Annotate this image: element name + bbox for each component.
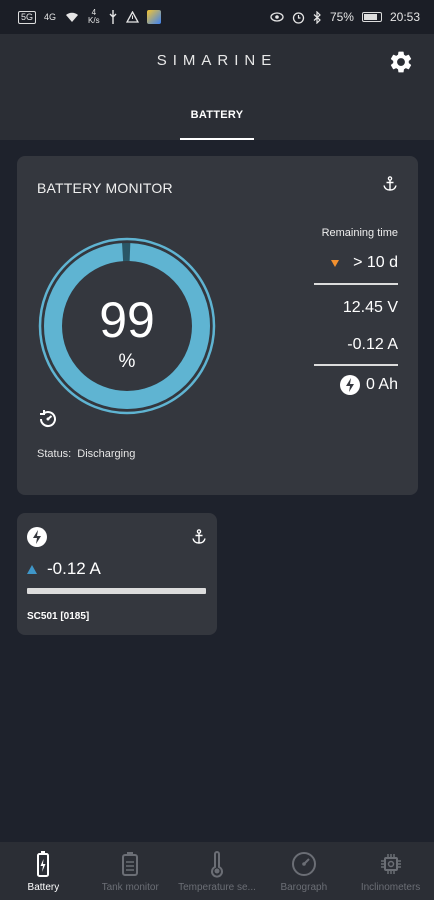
status-value: Discharging <box>77 448 136 460</box>
status-label: Status: <box>37 448 72 460</box>
tab-battery[interactable]: BATTERY <box>180 106 254 140</box>
bluetooth-icon <box>313 10 321 24</box>
nav-battery[interactable]: Battery <box>0 842 87 900</box>
eye-icon <box>270 12 284 22</box>
tank-icon <box>122 852 139 876</box>
soc-unit: % <box>118 351 136 372</box>
consumed-charge: 0 Ah <box>339 375 398 395</box>
nav-temperature-label: Temperature se... <box>178 882 256 893</box>
alarm-icon <box>292 11 305 24</box>
chip-icon <box>380 854 401 874</box>
nav-inclinometers-label: Inclinometers <box>360 882 421 893</box>
settings-gear-icon[interactable] <box>388 49 414 75</box>
anchor-icon[interactable] <box>382 176 398 192</box>
reset-gauge-icon[interactable] <box>37 408 59 430</box>
remaining-time-value: > 10 d <box>353 254 398 271</box>
battery-percent: 75% <box>329 10 354 24</box>
battery-monitor-card[interactable]: BATTERY MONITOR 99 % Status: Discharging … <box>17 156 418 495</box>
device-current: -0.12 A <box>27 559 101 579</box>
app-header: SIMARINE BATTERY <box>0 34 434 140</box>
current-value: -0.12 A <box>347 336 398 353</box>
battery-status-icon <box>361 12 382 22</box>
usb-icon <box>109 10 117 24</box>
app-notification-icon <box>146 10 161 24</box>
network-speed: 4 K/s <box>88 9 100 25</box>
anchor-icon[interactable] <box>191 529 207 545</box>
nav-barograph[interactable]: Barograph <box>260 842 347 900</box>
device-current-bar <box>27 588 206 594</box>
bolt-icon <box>27 527 47 547</box>
voltage-value: 12.45 V <box>342 299 398 316</box>
clock: 20:53 <box>389 10 420 24</box>
remaining-time: > 10 d <box>331 254 398 272</box>
bottom-navigation: Battery Tank monitor Temperature se... B… <box>0 842 434 900</box>
wifi-icon <box>66 12 79 22</box>
status-line: Status: Discharging <box>37 448 141 460</box>
status-bar: 5G 4G 4 K/s 75% 20:53 <box>0 0 434 34</box>
device-name: SC501 [0185] <box>27 611 90 622</box>
gauge-icon <box>291 852 316 876</box>
divider-bottom <box>314 364 398 366</box>
card-title: BATTERY MONITOR <box>37 180 173 196</box>
remaining-time-label: Remaining time <box>321 227 398 239</box>
nav-inclinometers[interactable]: Inclinometers <box>347 842 434 900</box>
tab-active-indicator <box>180 138 254 140</box>
battery-icon <box>37 851 50 877</box>
consumed-charge-value: 0 Ah <box>365 376 398 393</box>
bolt-icon <box>339 375 360 395</box>
discharge-arrow-icon <box>331 259 340 267</box>
status-bar-right: 75% 20:53 <box>270 10 420 24</box>
device-current-value: -0.12 A <box>47 559 101 578</box>
warning-icon <box>125 11 139 23</box>
status-bar-left: 5G 4G 4 K/s <box>18 9 161 25</box>
device-card-sc501[interactable]: -0.12 A SC501 [0185] <box>17 513 217 635</box>
nav-temperature-sensors[interactable]: Temperature se... <box>174 842 261 900</box>
nav-tank-monitor[interactable]: Tank monitor <box>87 842 174 900</box>
brand-title: SIMARINE <box>156 52 278 69</box>
network-type: 4G <box>44 12 57 22</box>
network-badge: 5G <box>18 10 37 24</box>
tab-battery-label: BATTERY <box>190 109 244 121</box>
nav-battery-label: Battery <box>27 882 60 893</box>
nav-barograph-label: Barograph <box>280 882 328 893</box>
current-direction-icon <box>27 564 37 574</box>
soc-value: 99 <box>99 292 155 348</box>
network-speed-unit: K/s <box>88 16 100 25</box>
thermometer-icon <box>211 851 223 878</box>
divider-top <box>314 283 398 285</box>
nav-tank-monitor-label: Tank monitor <box>101 882 159 893</box>
